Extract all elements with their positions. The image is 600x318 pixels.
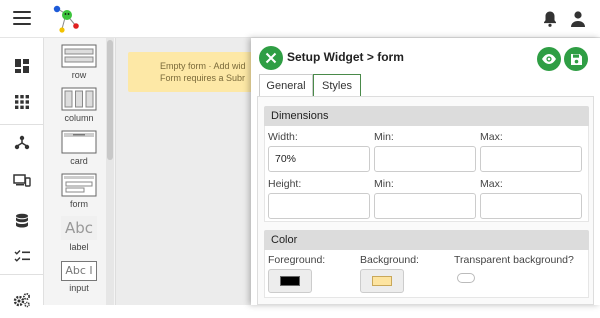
background-swatch	[372, 276, 392, 286]
background-label: Background:	[360, 254, 419, 266]
top-bar	[0, 0, 600, 38]
widget-label[interactable]: Abc label	[59, 216, 99, 254]
height-min-input[interactable]	[374, 193, 476, 219]
styles-panel: Dimensions Width: Min: Max: 70% Height: …	[257, 96, 594, 305]
save-button[interactable]	[564, 47, 588, 71]
settings-gears-icon	[13, 293, 30, 308]
widget-card[interactable]: card	[59, 130, 99, 168]
widget-input[interactable]: Abc I input	[59, 259, 99, 297]
color-heading: Color	[264, 230, 589, 250]
preview-button[interactable]	[537, 47, 561, 71]
left-nav	[0, 38, 44, 308]
close-icon	[265, 52, 277, 64]
empty-form-note: Empty form · Add wid Form requires a Sub…	[128, 52, 268, 92]
transparent-label: Transparent background?	[454, 254, 574, 266]
app-logo-icon[interactable]	[52, 4, 82, 34]
nav-database[interactable]	[0, 203, 44, 239]
palette-scroll-thumb[interactable]	[107, 40, 113, 160]
hamburger-icon[interactable]	[13, 11, 31, 27]
height-input[interactable]	[268, 193, 370, 219]
widget-column[interactable]: column	[59, 87, 99, 125]
height-min-label: Min:	[374, 178, 394, 190]
foreground-swatch	[280, 276, 300, 286]
apps-grid-icon	[15, 95, 29, 109]
nav-apps[interactable]	[0, 84, 44, 120]
dashboard-icon	[15, 59, 29, 73]
row-widget-icon	[61, 44, 97, 68]
color-section: Color Foreground: Background: Transparen…	[264, 230, 589, 298]
workflow-icon	[14, 135, 30, 150]
width-min-input[interactable]	[374, 146, 476, 172]
nav-checklist[interactable]	[0, 238, 44, 274]
database-icon	[16, 213, 28, 228]
widget-form[interactable]: form	[59, 173, 99, 211]
input-widget-icon: Abc I	[61, 261, 97, 281]
widget-row-label: row	[71, 70, 87, 80]
width-min-label: Min:	[374, 131, 394, 143]
foreground-color-button[interactable]	[268, 269, 312, 293]
setup-widget-dialog: Setup Widget > form General Styles Dimen…	[251, 38, 600, 305]
foreground-label: Foreground:	[268, 254, 326, 266]
form-widget-icon	[61, 173, 97, 197]
widget-input-label: input	[69, 283, 89, 293]
eye-icon	[542, 54, 556, 64]
checklist-icon	[14, 250, 30, 262]
widget-form-label: form	[70, 199, 88, 209]
widget-label-label: label	[69, 242, 89, 252]
width-input[interactable]: 70%	[268, 146, 370, 172]
user-icon[interactable]	[570, 10, 586, 28]
background-color-button[interactable]	[360, 269, 404, 293]
tab-general[interactable]: General	[259, 74, 313, 96]
width-max-input[interactable]	[480, 146, 582, 172]
tab-styles[interactable]: Styles	[313, 74, 361, 98]
widget-card-label: card	[70, 156, 88, 166]
height-label: Height:	[268, 178, 302, 190]
transparent-toggle[interactable]	[457, 273, 475, 283]
label-widget-icon: Abc	[61, 216, 97, 240]
nav-divider-2	[0, 274, 44, 275]
dimensions-heading: Dimensions	[264, 106, 589, 126]
width-max-label: Max:	[480, 131, 503, 143]
dialog-title: Setup Widget > form	[287, 50, 404, 64]
widget-column-label: column	[64, 113, 94, 123]
close-button[interactable]	[259, 46, 283, 70]
dimensions-section: Dimensions Width: Min: Max: 70% Height: …	[264, 106, 589, 222]
width-label: Width:	[268, 131, 298, 143]
nav-dashboard[interactable]	[0, 48, 44, 84]
save-icon	[570, 53, 582, 65]
nav-devices[interactable]	[0, 162, 44, 198]
height-max-label: Max:	[480, 178, 503, 190]
widget-row[interactable]: row	[59, 44, 99, 82]
nav-workflow[interactable]	[0, 124, 44, 160]
card-widget-icon	[61, 130, 97, 154]
height-max-input[interactable]	[480, 193, 582, 219]
column-widget-icon	[61, 87, 97, 111]
devices-icon	[13, 174, 31, 187]
bell-icon[interactable]	[542, 10, 558, 28]
nav-settings[interactable]	[0, 282, 44, 318]
